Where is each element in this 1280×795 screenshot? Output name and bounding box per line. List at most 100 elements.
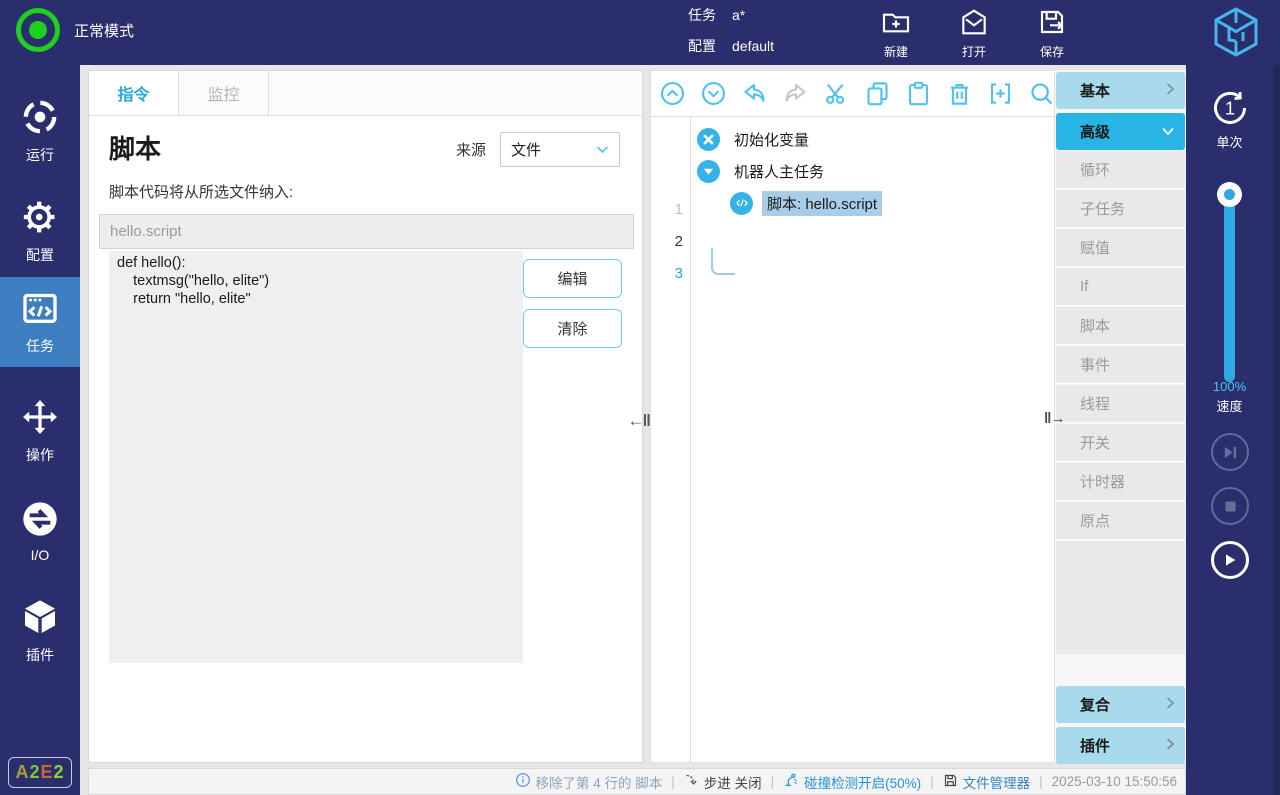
search-icon[interactable] [1028, 80, 1055, 107]
command-item-assignment[interactable]: 赋值 [1056, 229, 1185, 267]
replace-icon[interactable] [987, 80, 1014, 107]
command-group-basic[interactable]: 基本 [1056, 72, 1185, 109]
sidebar-item-plugin[interactable]: 插件 [0, 587, 80, 675]
save-icon [1036, 6, 1068, 41]
sidebar-item-operate[interactable]: 操作 [0, 387, 80, 475]
collision-status[interactable]: 碰撞检测开启(50%) [783, 772, 921, 792]
version-badge: A2E2 [8, 757, 72, 788]
target-icon [20, 97, 60, 140]
speed-value: 100% [1186, 379, 1273, 394]
script-description: 脚本代码将从所选文件纳入: [109, 181, 293, 202]
panel-collapse-handle[interactable]: ←‖ [628, 411, 649, 431]
open-task-button[interactable]: 打开 [958, 6, 990, 60]
script-node-icon [730, 192, 753, 215]
sidebar-item-run[interactable]: 运行 [0, 87, 80, 175]
mode-label: 正常模式 [74, 20, 134, 41]
tree-row-script[interactable]: 脚本: hello.script [730, 189, 882, 217]
tree-node-label: 初始化变量 [729, 127, 814, 152]
command-item-if[interactable]: If [1056, 268, 1185, 306]
loop-once-icon: 1 [1209, 117, 1251, 132]
cube-icon [20, 597, 60, 640]
file-manager-link[interactable]: 文件管理器 [943, 772, 1031, 792]
command-item-origin[interactable]: 原点 [1056, 502, 1185, 540]
step-next-button[interactable] [1211, 433, 1249, 471]
copy-icon[interactable] [864, 80, 891, 107]
command-group-composite[interactable]: 复合 [1056, 686, 1185, 723]
edit-button[interactable]: 编辑 [523, 259, 622, 298]
file-manager-text: 文件管理器 [963, 772, 1031, 792]
collapse-node-icon [697, 160, 720, 183]
loop-mode-control[interactable]: 1 单次 [1186, 87, 1273, 151]
collision-text: 碰撞检测开启(50%) [804, 772, 921, 792]
command-item-switch[interactable]: 开关 [1056, 424, 1185, 462]
speed-label: 速度 [1186, 396, 1273, 415]
delete-icon[interactable] [946, 80, 973, 107]
command-item-loop[interactable]: 循环 [1056, 151, 1185, 189]
command-group-plugin[interactable]: 插件 [1056, 727, 1185, 764]
tree-connector-line [711, 248, 735, 275]
collapse-all-icon[interactable] [659, 80, 686, 107]
sidebar-item-config[interactable]: 配置 [0, 187, 80, 275]
svg-text:1: 1 [1224, 97, 1234, 118]
collision-icon [783, 772, 799, 791]
command-item-event[interactable]: 事件 [1056, 346, 1185, 384]
chevron-right-icon [1165, 737, 1175, 755]
speed-slider-handle[interactable] [1217, 182, 1242, 207]
tree-row-robot-main-task[interactable]: 机器人主任务 [697, 157, 829, 185]
tab-instruction[interactable]: 指令 [89, 71, 179, 115]
program-tree-panel: 1 2 3 初始化变量 机器人主任务 脚本: hello.script [650, 70, 1055, 763]
speed-slider-track[interactable] [1224, 190, 1235, 382]
chevron-right-icon [1165, 82, 1175, 100]
undo-icon[interactable] [741, 80, 768, 107]
new-task-button[interactable]: 新建 [880, 6, 912, 60]
save-task-button[interactable]: 保存 [1036, 6, 1068, 60]
page-title: 脚本 [109, 129, 161, 166]
command-group-advanced[interactable]: 高级 [1056, 113, 1185, 150]
paste-icon[interactable] [905, 80, 932, 107]
clear-button[interactable]: 清除 [523, 309, 622, 348]
code-line: textmsg("hello, elite") [117, 272, 515, 290]
task-info: 任务 a* 配置 default [688, 4, 774, 66]
tree-toolbar [651, 71, 1054, 117]
sidebar-item-io[interactable]: I/O [0, 487, 80, 575]
status-message: 移除了第 4 行的 脚本 [515, 772, 663, 792]
redo-icon[interactable] [782, 80, 809, 107]
step-mode-status[interactable]: 步进 关闭 [684, 772, 762, 792]
stop-button[interactable] [1211, 487, 1249, 525]
script-code-preview: def hello(): textmsg("hello, elite") ret… [109, 251, 523, 663]
command-item-timer[interactable]: 计时器 [1056, 463, 1185, 501]
sidebar-item-task[interactable]: 任务 [0, 277, 80, 367]
command-item-thread[interactable]: 线程 [1056, 385, 1185, 423]
open-icon [958, 6, 990, 41]
separator: | [771, 774, 775, 789]
config-value: default [732, 38, 774, 54]
panel-drag-handle[interactable]: ‖→ [1044, 410, 1064, 427]
badge-char: 2 [54, 762, 65, 783]
task-value: a* [732, 7, 745, 23]
cut-icon[interactable] [823, 80, 850, 107]
command-item-script[interactable]: 脚本 [1056, 307, 1185, 345]
step-mode-icon [684, 773, 699, 791]
script-file-field[interactable] [99, 214, 634, 249]
tree-node-label: 机器人主任务 [729, 159, 829, 184]
sidebar-item-operate-label: 操作 [26, 445, 54, 465]
chevron-down-icon [596, 141, 609, 158]
expand-all-icon[interactable] [700, 80, 727, 107]
mode-indicator[interactable]: 正常模式 [16, 8, 134, 52]
badge-char: A [15, 762, 29, 783]
io-icon [20, 499, 60, 542]
command-item-subtask[interactable]: 子任务 [1056, 190, 1185, 228]
tab-monitor[interactable]: 监控 [179, 71, 269, 115]
tree-row-init-variables[interactable]: 初始化变量 [697, 125, 814, 153]
chevron-right-icon [1165, 696, 1175, 714]
source-select[interactable]: 文件 [500, 132, 620, 167]
tab-bar: 指令 监控 [89, 71, 642, 116]
command-group-basic-label: 基本 [1080, 80, 1110, 101]
separator: | [930, 774, 934, 789]
sidebar-item-task-label: 任务 [26, 336, 54, 356]
sidebar-item-plugin-label: 插件 [26, 645, 54, 665]
command-group-advanced-label: 高级 [1080, 121, 1110, 142]
topbar-actions: 新建 打开 保存 [880, 6, 1068, 60]
sidebar-item-io-label: I/O [31, 547, 50, 563]
play-button[interactable] [1211, 541, 1249, 579]
